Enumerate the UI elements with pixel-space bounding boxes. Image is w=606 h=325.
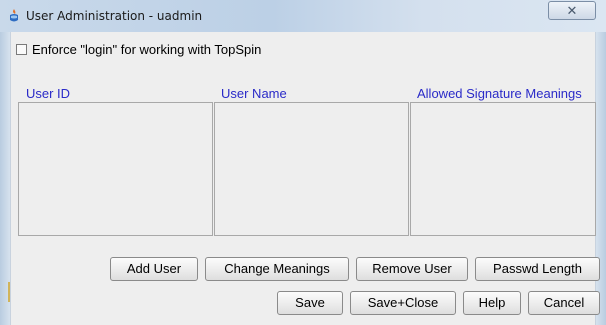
user-administration-window: User Administration - uadmin ✕ Enforce "… — [0, 0, 606, 325]
column-header-allowed-signature-meanings: Allowed Signature Meanings — [417, 86, 582, 101]
save-button[interactable]: Save — [277, 291, 343, 315]
title-bar[interactable]: User Administration - uadmin ✕ — [0, 0, 606, 33]
close-button[interactable]: ✕ — [548, 1, 596, 20]
passwd-length-button[interactable]: Passwd Length — [475, 257, 600, 281]
close-icon: ✕ — [566, 3, 578, 18]
remove-user-button[interactable]: Remove User — [356, 257, 468, 281]
enforce-login-label: Enforce "login" for working with TopSpin — [32, 41, 262, 57]
signature-meanings-list[interactable] — [410, 102, 596, 236]
user-id-list[interactable] — [18, 102, 213, 236]
enforce-login-option[interactable]: Enforce "login" for working with TopSpin — [16, 40, 261, 58]
topspin-app-icon — [10, 9, 18, 22]
window-frame-right — [596, 32, 606, 325]
change-meanings-button[interactable]: Change Meanings — [205, 257, 349, 281]
user-name-list[interactable] — [214, 102, 409, 236]
window-title: User Administration - uadmin — [26, 9, 203, 23]
column-header-user-id: User ID — [26, 86, 71, 101]
cancel-button[interactable]: Cancel — [528, 291, 600, 315]
column-header-user-name: User Name — [221, 86, 287, 101]
save-close-button[interactable]: Save+Close — [350, 291, 456, 315]
add-user-button[interactable]: Add User — [110, 257, 198, 281]
enforce-login-checkbox[interactable] — [16, 43, 27, 55]
help-button[interactable]: Help — [463, 291, 521, 315]
